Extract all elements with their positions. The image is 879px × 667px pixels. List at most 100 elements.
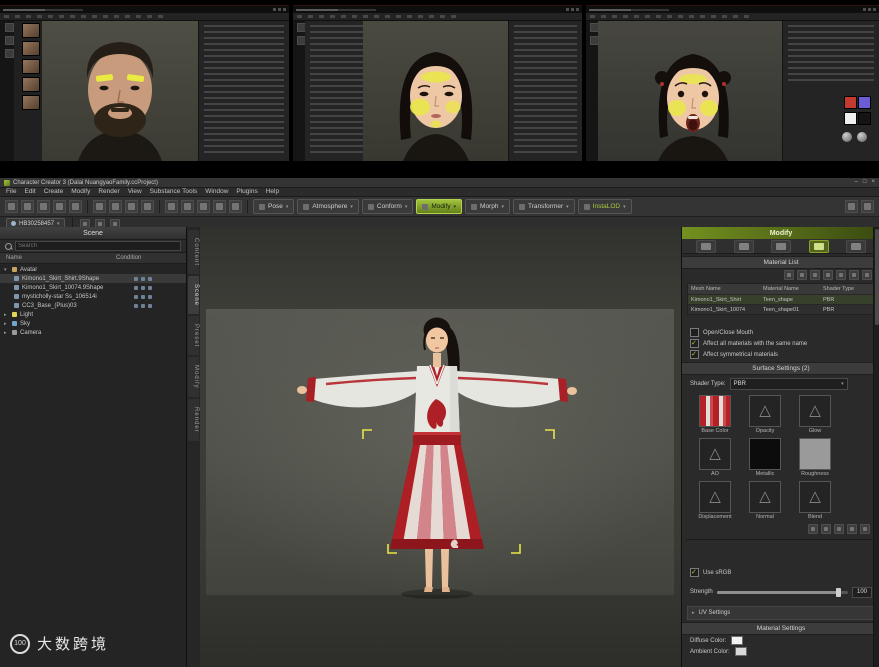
conform-button[interactable]: Conform	[361, 199, 414, 214]
dock-tab-modify[interactable]: Modify	[188, 357, 199, 398]
base-color-thumbnail[interactable]	[699, 395, 731, 427]
pose-button[interactable]: Pose	[253, 199, 295, 214]
warning-triangle-icon[interactable]: △	[699, 481, 731, 513]
titlebar[interactable]: Character Creator 3 (Dalai NuangyaoFamil…	[0, 178, 879, 188]
expander-icon[interactable]: ▸	[4, 312, 9, 318]
move-tool-icon[interactable]	[109, 200, 122, 213]
load-material-icon[interactable]	[810, 270, 820, 280]
tree-item-kimono-skirt[interactable]: Kimono1_Skirt_10074.9Shape	[0, 283, 186, 292]
lock-toggle[interactable]	[141, 294, 145, 299]
instalod-button[interactable]: InstaLOD	[577, 199, 632, 214]
menu-render[interactable]: Render	[98, 188, 119, 196]
expander-icon[interactable]: ▾	[4, 267, 9, 273]
settings-icon[interactable]	[845, 200, 858, 213]
channel-displacement[interactable]: △ Displacement	[692, 481, 738, 520]
visibility-toggle[interactable]	[134, 303, 138, 308]
close-button[interactable]: ×	[871, 178, 875, 187]
expand-material-icon[interactable]	[862, 270, 872, 280]
grid-toggle-icon[interactable]	[197, 200, 210, 213]
menu-view[interactable]: View	[128, 188, 142, 196]
option-affect-same-name[interactable]: Affect all materials with the same name	[682, 338, 879, 349]
remove-material-icon[interactable]	[797, 270, 807, 280]
modify-button[interactable]: Modify	[416, 199, 463, 214]
channel-roughness[interactable]: Roughness	[792, 438, 838, 477]
tree-item-avatar[interactable]: ▾ Avatar	[0, 265, 186, 274]
warning-triangle-icon[interactable]: △	[749, 481, 781, 513]
warning-triangle-icon[interactable]: △	[799, 481, 831, 513]
warning-triangle-icon[interactable]: △	[799, 395, 831, 427]
adjust-tab wrench-icon[interactable]	[771, 239, 791, 253]
maximize-button[interactable]: □	[863, 178, 867, 187]
load-texture-icon[interactable]	[808, 524, 818, 534]
undo-icon[interactable]	[53, 200, 66, 213]
menu-edit[interactable]: Edit	[24, 188, 35, 196]
render-preview-icon[interactable]	[229, 200, 242, 213]
checkbox[interactable]	[690, 350, 699, 359]
col-mesh-name[interactable]: Mesh Name	[688, 286, 763, 292]
checkbox[interactable]	[690, 339, 699, 348]
scale-tool-icon[interactable]	[141, 200, 154, 213]
checkbox[interactable]	[690, 328, 699, 337]
copy-material-icon[interactable]	[836, 270, 846, 280]
scene-search-input[interactable]	[15, 241, 181, 251]
atmosphere-button[interactable]: Atmosphere	[297, 199, 359, 214]
rotate-tool-icon[interactable]	[125, 200, 138, 213]
camera-view-icon[interactable]	[181, 200, 194, 213]
expander-icon[interactable]: ▸	[4, 330, 9, 336]
channel-metallic[interactable]: Metallic	[742, 438, 788, 477]
transformer-button[interactable]: Transformer	[512, 199, 575, 214]
menu-create[interactable]: Create	[44, 188, 64, 196]
menu-help[interactable]: Help	[266, 188, 279, 196]
material-tab checker-icon[interactable]	[808, 239, 829, 253]
select-tool-icon[interactable]	[93, 200, 106, 213]
dock-tab-scene[interactable]: Scene	[188, 276, 199, 315]
delete-texture-icon[interactable]	[860, 524, 870, 534]
tree-item-hair[interactable]: mysticholly-star Ss_106514i	[0, 292, 186, 301]
menu-plugins[interactable]: Plugins	[236, 188, 257, 196]
dock-tab-render[interactable]: Render	[188, 399, 199, 441]
morph-button[interactable]: Morph	[465, 199, 510, 214]
dock-tab-preset[interactable]: Preset	[188, 316, 199, 356]
viewport-3d[interactable]	[200, 227, 681, 667]
shader-type-dropdown[interactable]: PBR	[729, 378, 848, 390]
channel-blend[interactable]: △ Blend	[792, 481, 838, 520]
edit-toggle[interactable]	[148, 294, 152, 299]
refresh-texture-icon[interactable]	[847, 524, 857, 534]
visibility-toggle[interactable]	[134, 276, 138, 281]
col-material-name[interactable]: Material Name	[763, 286, 823, 292]
lock-toggle[interactable]	[141, 285, 145, 290]
channel-base-color[interactable]: Base Color	[692, 395, 738, 434]
channel-normal[interactable]: △ Normal	[742, 481, 788, 520]
minimize-button[interactable]: –	[855, 178, 858, 187]
expander-icon[interactable]: ▸	[4, 321, 9, 327]
option-affect-symmetrical[interactable]: Affect symmetrical materials	[682, 349, 879, 360]
strength-value[interactable]: 100	[852, 586, 872, 598]
environment-tab globe-icon[interactable]	[846, 239, 866, 253]
tree-item-light[interactable]: ▸ Light	[0, 310, 186, 319]
menu-substance-tools[interactable]: Substance Tools	[150, 188, 198, 196]
metallic-thumbnail[interactable]	[749, 438, 781, 470]
lock-toggle[interactable]	[141, 276, 145, 281]
actor-tab person-icon[interactable]	[696, 239, 716, 253]
use-srgb-option[interactable]: Use sRGB	[682, 567, 879, 578]
menu-modify[interactable]: Modify	[71, 188, 90, 196]
cloth-tab shirt-icon[interactable]	[733, 239, 754, 253]
help-icon[interactable]	[861, 200, 874, 213]
save-material-icon[interactable]	[823, 270, 833, 280]
lock-toggle[interactable]	[141, 303, 145, 308]
visibility-toggle[interactable]	[134, 285, 138, 290]
warning-triangle-icon[interactable]: △	[699, 438, 731, 470]
edit-toggle[interactable]	[148, 276, 152, 281]
scrollbar-thumb[interactable]	[875, 229, 879, 325]
warning-triangle-icon[interactable]: △	[749, 395, 781, 427]
slider-knob[interactable]	[836, 587, 842, 597]
material-row[interactable]: Kimono1_Skirt_Shirt Teen_shape PBR	[688, 294, 874, 304]
save-texture-icon[interactable]	[821, 524, 831, 534]
col-shader-type[interactable]: Shader Type	[823, 286, 874, 292]
channel-ao[interactable]: △ AO	[692, 438, 738, 477]
menu-file[interactable]: File	[6, 188, 16, 196]
modify-panel-scrollbar[interactable]	[873, 227, 879, 667]
open-project-icon[interactable]	[21, 200, 34, 213]
tree-item-cc3-base[interactable]: CC3_Base_(Plus)03	[0, 301, 186, 310]
visibility-toggle[interactable]	[134, 294, 138, 299]
